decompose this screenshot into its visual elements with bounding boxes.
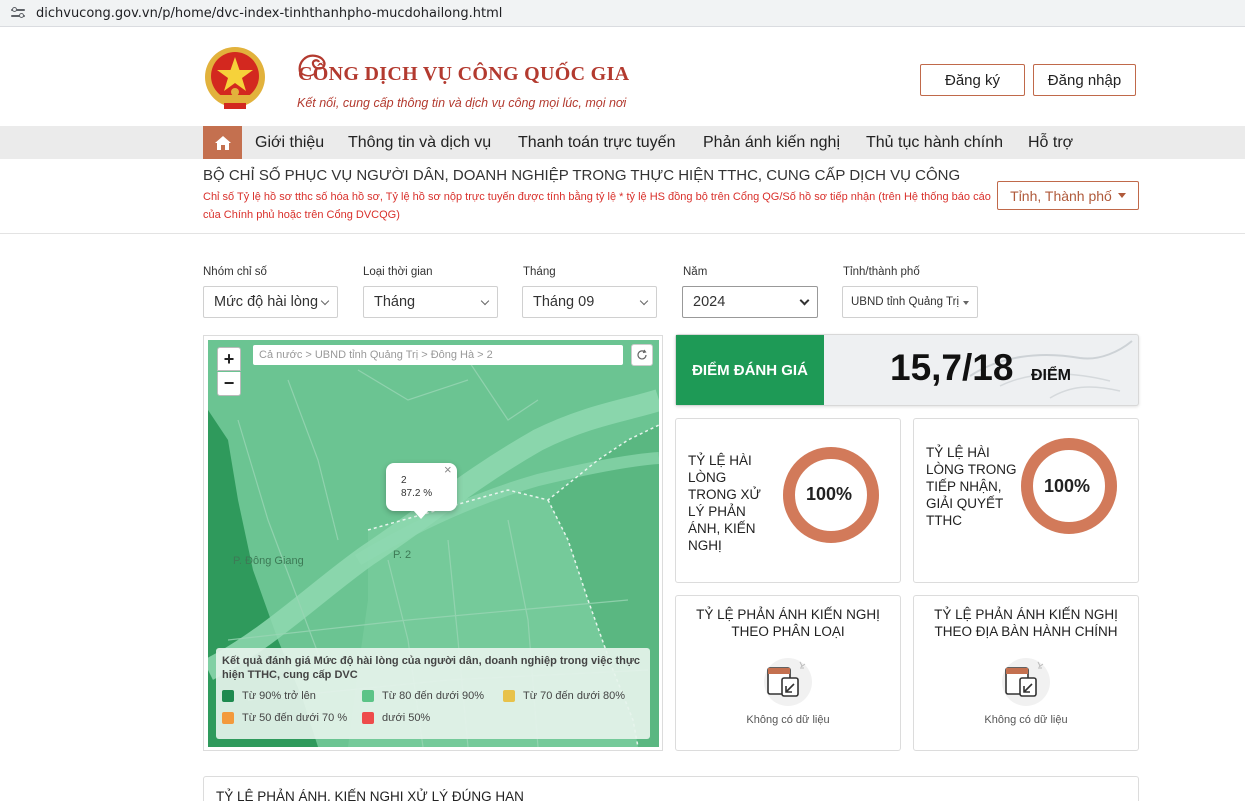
refresh-icon <box>637 349 647 360</box>
filter-province-select[interactable]: UBND tỉnh Quảng Trị <box>842 286 978 318</box>
score-label: ĐIỂM ĐÁNH GIÁ <box>676 335 824 405</box>
chevron-down-icon <box>639 296 649 306</box>
legend-item-under-50: dưới 50% <box>362 712 430 724</box>
stat-handling-value: 100% <box>806 484 853 504</box>
site-settings-icon[interactable] <box>11 7 25 19</box>
map-label-p2: P. 2 <box>393 549 411 561</box>
filter-province-label: Tỉnh/thành phố <box>843 266 920 278</box>
no-data-icon <box>1002 658 1050 706</box>
popup-ward-value: 87.2 % <box>401 488 433 499</box>
legend-swatch <box>222 712 234 724</box>
stat-receiving-value: 100% <box>1044 476 1091 496</box>
register-button[interactable]: Đăng ký <box>920 64 1025 96</box>
legend-item-50: Từ 50 đến dưới 70 % <box>222 712 347 724</box>
no-data-icon <box>764 658 812 706</box>
filter-group-value: Mức độ hài lòng <box>214 294 319 310</box>
chevron-down-icon <box>480 296 490 306</box>
filter-time-type-select[interactable]: Tháng <box>363 286 498 318</box>
chevron-down-icon <box>320 296 330 306</box>
popup-close-icon[interactable]: × <box>444 463 452 476</box>
legend-item-80: Từ 80 đến dưới 90% <box>362 690 484 702</box>
page-note: Chỉ số Tỷ lệ hồ sơ tthc số hóa hồ sơ, Tỷ… <box>203 191 991 221</box>
legend-label: Từ 70 đến dưới 80% <box>523 690 626 702</box>
province-dropdown-button[interactable]: Tỉnh, Thành phố <box>997 181 1139 210</box>
page-title: BỘ CHỈ SỐ PHỤC VỤ NGƯỜI DÂN, DOANH NGHIỆ… <box>203 167 961 184</box>
on-time-title: TỶ LỆ PHẢN ÁNH, KIẾN NGHỊ XỬ LÝ ĐÚNG HẠN <box>216 789 524 801</box>
filter-month-label: Tháng <box>523 266 556 278</box>
report-by-type-title: TỶ LỆ PHẢN ÁNH KIẾN NGHỊ THEO PHÂN LOẠI <box>696 607 880 639</box>
nav-item-ho-tro[interactable]: Hỗ trợ <box>1028 126 1073 159</box>
filter-time-type-label: Loại thời gian <box>363 266 433 278</box>
popup-pointer <box>413 510 429 519</box>
score-unit: ĐIỂM <box>1031 367 1071 384</box>
portal-subtitle: Kết nối, cung cấp thông tin và dịch vụ c… <box>297 96 627 110</box>
legend-label: dưới 50% <box>382 712 431 724</box>
portal-title: CỔNG DỊCH VỤ CÔNG QUỐC GIA <box>298 63 630 85</box>
legend-swatch <box>222 690 234 702</box>
filter-year-value: 2024 <box>693 294 726 310</box>
legend-swatch <box>362 690 374 702</box>
score-value: 15,7/18 <box>890 347 1014 388</box>
zoom-in-button[interactable]: + <box>217 347 241 371</box>
nav-home[interactable] <box>203 126 242 159</box>
report-by-area-title: TỶ LỆ PHẢN ÁNH KIẾN NGHỊ THEO ĐỊA BÀN HÀ… <box>934 607 1118 639</box>
legend-label: Từ 80 đến dưới 90% <box>382 690 485 702</box>
caret-down-icon <box>963 301 969 305</box>
legend-title: Kết quả đánh giá Mức độ hài lòng của ngư… <box>222 655 640 681</box>
stat-handling-label: TỶ LỆ HÀI LÒNG TRONG XỬ LÝ PHẢN ÁNH, KIẾ… <box>688 453 762 553</box>
zoom-out-button[interactable]: − <box>217 372 241 396</box>
report-by-area-empty: Không có dữ liệu <box>984 714 1068 726</box>
legend-label: Từ 90% trở lên <box>242 690 316 702</box>
filter-group-select[interactable]: Mức độ hài lòng <box>203 286 338 318</box>
divider <box>0 233 1245 234</box>
filter-group-label: Nhóm chỉ số <box>203 266 267 278</box>
filter-month-select[interactable]: Tháng 09 <box>522 286 657 318</box>
legend-swatch <box>362 712 374 724</box>
legend-item-90: Từ 90% trở lên <box>222 690 316 702</box>
filter-year-label: Năm <box>683 266 708 278</box>
report-by-type-empty: Không có dữ liệu <box>746 714 830 726</box>
nav-item-thu-tuc[interactable]: Thủ tục hành chính <box>866 126 1003 159</box>
nav-item-gioi-thieu[interactable]: Giới thiệu <box>255 126 324 159</box>
filter-year-select[interactable]: 2024 <box>682 286 818 318</box>
nav-item-thanh-toan[interactable]: Thanh toán trực tuyến <box>518 126 675 159</box>
nav-item-phan-anh[interactable]: Phản ánh kiến nghị <box>703 126 840 159</box>
nav-item-thong-tin-dich-vu[interactable]: Thông tin và dịch vụ <box>348 126 491 159</box>
filter-time-type-value: Tháng <box>374 294 416 310</box>
map-label-dong-giang: P. Đông Giang <box>233 555 304 567</box>
province-button-label: Tỉnh, Thành phố <box>1010 187 1112 204</box>
address-url[interactable]: dichvucong.gov.vn/p/home/dvc-index-tinht… <box>36 6 502 21</box>
filter-province-value: UBND tỉnh Quảng Trị <box>851 296 960 308</box>
home-icon <box>214 135 231 150</box>
legend-swatch <box>503 690 515 702</box>
login-button[interactable]: Đăng nhập <box>1033 64 1136 96</box>
map-breadcrumb: Cả nước > UBND tỉnh Quảng Trị > Đông Hà … <box>253 345 623 365</box>
stat-receiving-label: TỶ LỆ HÀI LÒNG TRONG TIẾP NHẬN, GIẢI QUY… <box>926 445 1017 528</box>
map-reset-button[interactable] <box>631 344 653 366</box>
browser-address-bar[interactable]: dichvucong.gov.vn/p/home/dvc-index-tinht… <box>0 0 1245 27</box>
legend-item-70: Từ 70 đến dưới 80% <box>503 690 625 702</box>
filter-month-value: Tháng 09 <box>533 294 595 310</box>
chevron-down-icon <box>799 295 810 306</box>
legend-label: Từ 50 đến dưới 70 % <box>242 712 348 724</box>
national-emblem-icon <box>205 47 265 109</box>
caret-down-icon <box>1117 193 1126 198</box>
